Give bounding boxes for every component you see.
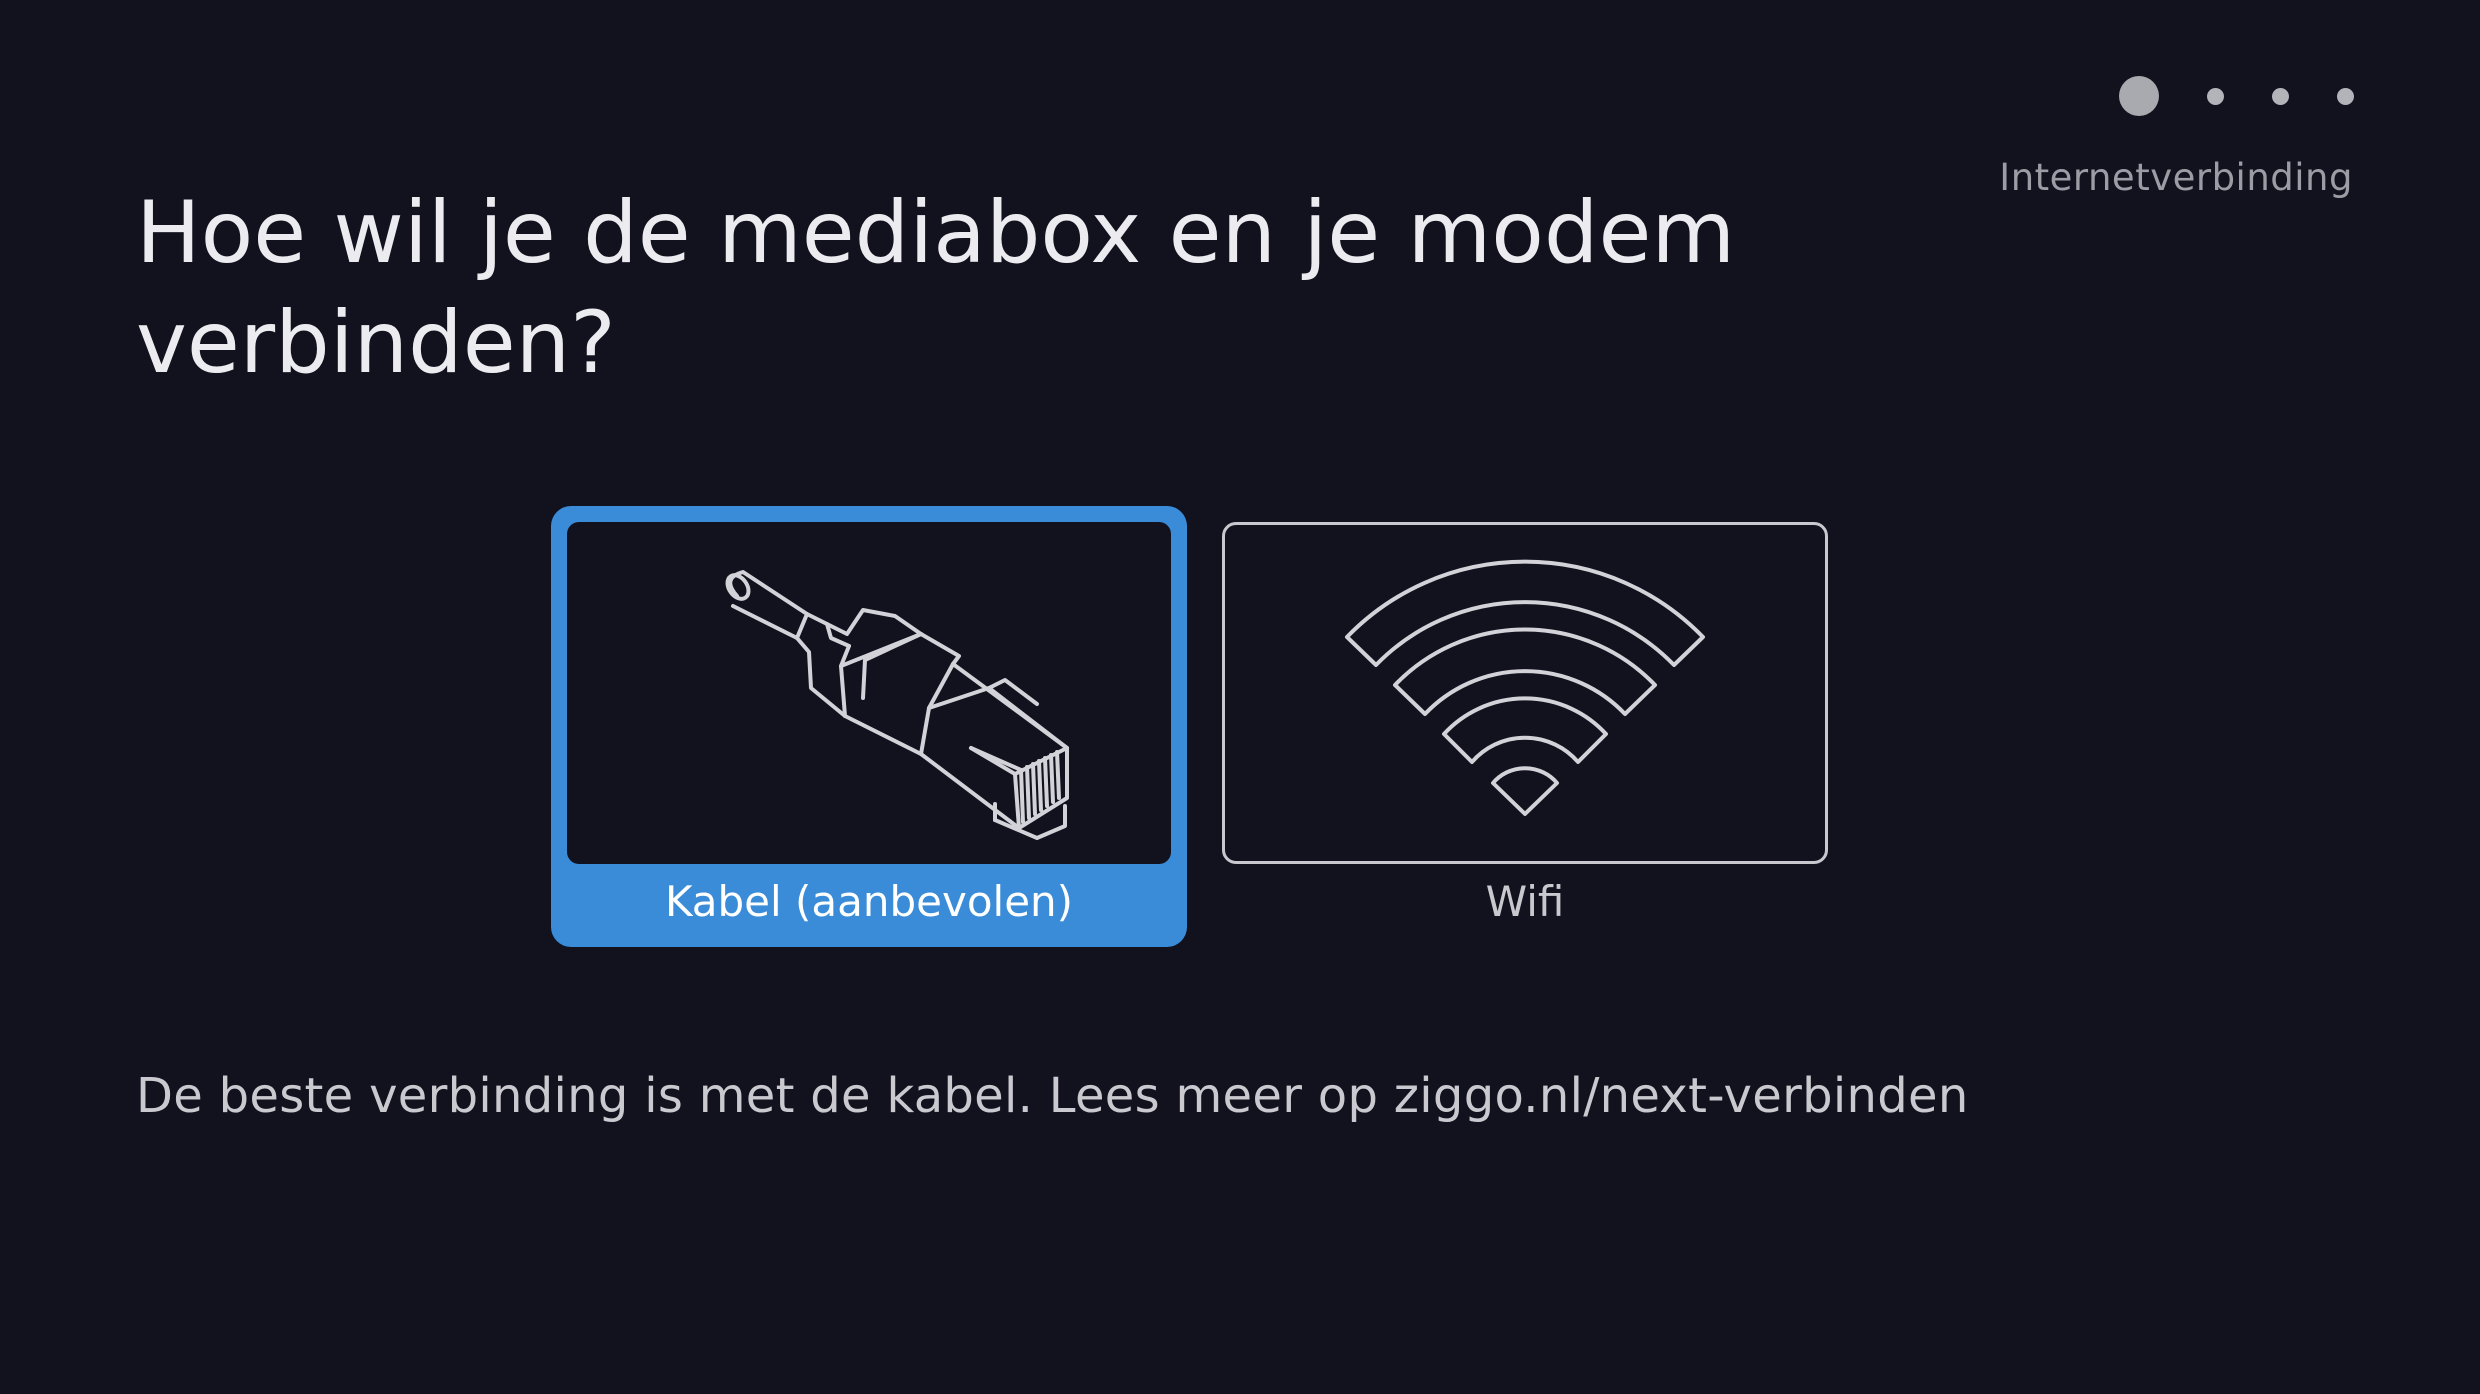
info-text: De beste verbinding is met de kabel. Lee… bbox=[136, 1068, 1969, 1124]
option-cable-label: Kabel (aanbevolen) bbox=[664, 877, 1074, 926]
option-cable[interactable]: Kabel (aanbevolen) bbox=[551, 506, 1187, 947]
step-label: Internetverbinding bbox=[1999, 156, 2353, 199]
ethernet-cable-icon bbox=[725, 570, 1069, 840]
option-cable-frame bbox=[567, 522, 1171, 864]
option-wifi-frame bbox=[1222, 522, 1828, 864]
step-dot bbox=[2337, 87, 2354, 105]
step-dot-current bbox=[2119, 76, 2159, 116]
option-wifi[interactable]: Wifi bbox=[1222, 506, 1828, 947]
page-title: Hoe wil je de mediabox en je modem verbi… bbox=[136, 183, 1736, 393]
step-dot bbox=[2272, 87, 2289, 105]
option-wifi-label: Wifi bbox=[1485, 877, 1565, 926]
step-indicator bbox=[2119, 76, 2354, 116]
wifi-icon bbox=[1345, 559, 1705, 816]
step-dot bbox=[2207, 87, 2224, 105]
